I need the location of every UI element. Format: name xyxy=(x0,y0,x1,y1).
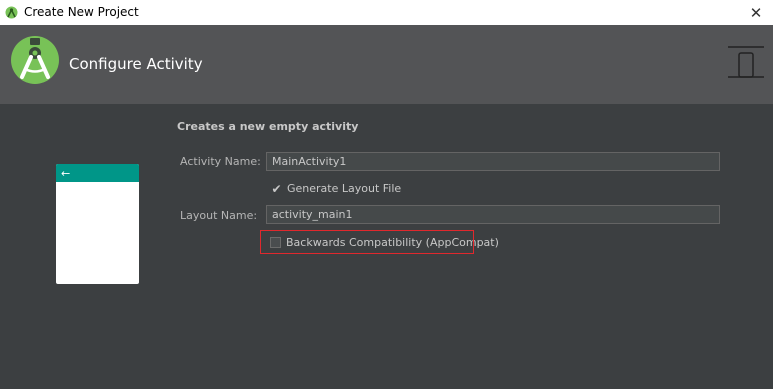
phone-icon xyxy=(728,45,764,87)
android-studio-logo-icon xyxy=(10,35,60,89)
wizard-header: Configure Activity xyxy=(0,25,773,104)
layout-name-label: Layout Name: xyxy=(180,209,258,222)
page-title: Configure Activity xyxy=(69,55,203,73)
close-icon[interactable]: ✕ xyxy=(739,0,773,25)
layout-name-field[interactable]: activity_main1 xyxy=(266,205,720,224)
android-app-icon xyxy=(5,5,18,24)
back-arrow-icon: ← xyxy=(61,166,71,180)
activity-name-label: Activity Name: xyxy=(180,155,261,168)
highlight-box xyxy=(260,230,474,254)
activity-preview: ← xyxy=(56,164,139,284)
activity-name-field[interactable]: MainActivity1 xyxy=(266,152,720,171)
window-titlebar: Create New Project ✕ xyxy=(0,0,773,25)
generate-layout-label: Generate Layout File xyxy=(287,182,402,195)
generate-layout-checkbox[interactable]: ✔ xyxy=(271,182,282,196)
form-subtitle: Creates a new empty activity xyxy=(177,120,359,133)
preview-toolbar: ← xyxy=(56,164,139,182)
generate-layout-checkbox-row[interactable]: ✔ Generate Layout File xyxy=(271,182,402,196)
window-title: Create New Project xyxy=(24,5,139,19)
